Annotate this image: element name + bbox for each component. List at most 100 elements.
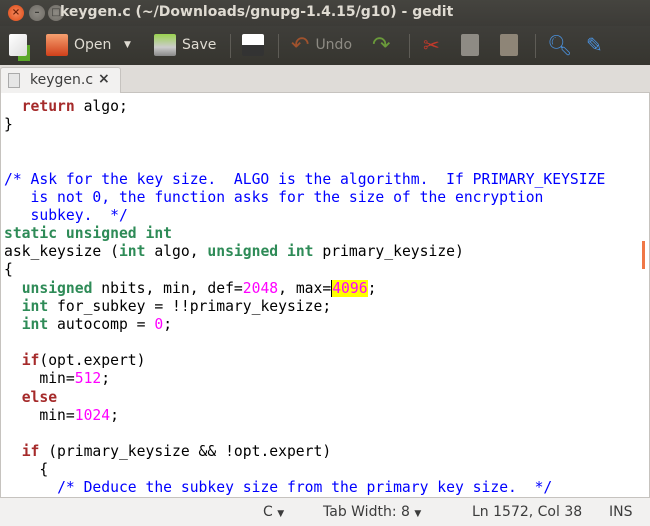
text-file-icon [8,73,20,88]
redo-arrow-icon: ↷ [372,32,391,58]
code-token: unsigned [21,279,93,297]
tab-bar: keygen.c × [0,65,650,94]
code-token: ; [110,406,119,424]
chevron-down-icon: ▼ [414,509,422,519]
code-token: return [21,98,75,115]
code-line: /* Ask for the key size. ALGO is the alg… [4,171,605,189]
code-token: int [21,297,49,315]
code-line: /* Deduce the subkey size from the prima… [4,479,605,497]
code-line: unsigned nbits, min, def=2048, max=4096; [4,279,605,298]
open-button[interactable]: Open [46,31,111,59]
minimize-window-button[interactable]: – [29,5,45,21]
close-tab-icon[interactable]: × [98,71,110,87]
chevron-down-icon: ▼ [277,509,285,519]
new-button[interactable] [9,31,27,59]
code-token: if [21,352,40,370]
language-selector[interactable]: C ▼ [263,504,284,520]
code-line: ask_keysize (int algo, unsigned int prim… [4,243,605,261]
code-line: ​ [4,334,605,352]
cursor-position: Ln 1572, Col 38 [472,504,583,520]
paste-icon [500,34,518,56]
code-line: min=512; [4,370,605,388]
copy-icon [461,34,479,56]
printer-icon [242,34,264,56]
code-token: 512 [74,370,102,388]
code-line: static unsigned int [4,225,605,243]
close-window-button[interactable]: × [8,5,24,21]
code-line: ​ [4,425,605,443]
code-line: min=1024; [4,407,605,425]
code-token: /* Deduce the subkey size from the prima… [57,479,553,497]
code-line: return algo; [4,98,605,116]
code-token: for_subkey = !!primary_keysize; [48,297,332,315]
tab-keygen-c[interactable]: keygen.c × [0,67,121,94]
redo-button[interactable]: ↷ [372,31,390,59]
separator [230,34,231,58]
replace-button[interactable]: ✎ [586,31,603,59]
code-token: /* Ask for the key size. ALGO is the alg… [4,170,606,188]
code-line: if (primary_keysize && !opt.expert) [4,443,605,461]
separator [278,34,279,58]
code-line: subkey. */ [4,207,605,225]
code-token: else [21,388,58,406]
code-token: min= [4,370,75,388]
code-token: nbits, min, def= [92,279,243,297]
tab-width-selector[interactable]: Tab Width: 8 ▼ [323,504,421,520]
code-line: { [4,261,605,279]
cut-button[interactable]: ✂ [423,31,440,59]
code-token: is not 0, the function asks for the size… [4,188,544,206]
code-token: (primary_keysize && !opt.expert) [39,442,332,460]
scrollbar-indicator[interactable] [642,241,645,269]
open-label: Open [74,37,112,53]
new-document-icon [9,34,27,56]
title-bar: × – □ keygen.c (~/Downloads/gnupg-1.4.15… [0,0,650,26]
code-line: if(opt.expert) [4,352,605,370]
undo-arrow-icon: ↶ [291,32,310,58]
code-token: } [4,116,13,134]
language-label: C [263,504,273,520]
copy-button[interactable] [461,31,479,59]
window-title: keygen.c (~/Downloads/gnupg-1.4.15/g10) … [60,4,454,20]
undo-label: Undo [315,37,353,53]
find-button[interactable]: 🔍︎ [547,31,572,59]
code-token: algo; [74,98,128,115]
code-line: } [4,116,605,134]
code-token: ask_keysize ( [4,243,119,261]
print-button[interactable] [242,31,264,59]
tab-label: keygen.c [30,72,94,88]
paste-button[interactable] [500,31,518,59]
code-token: ; [163,315,173,333]
save-button[interactable]: Save [154,31,216,59]
code-line: { [4,461,605,479]
folder-open-icon [46,34,68,56]
code-token: if [21,442,40,460]
separator [535,34,536,58]
code-token: min= [4,406,75,424]
text-editor[interactable]: return algo;}​​/* Ask for the key size. … [0,93,650,497]
find-replace-icon: ✎ [586,33,603,57]
code-token: 2048 [242,279,279,297]
code-token: (opt.expert) [39,352,146,370]
code-token: static unsigned int [4,225,173,243]
code-token: { [4,461,49,479]
code-view[interactable]: return algo;}​​/* Ask for the key size. … [4,98,605,497]
open-dropdown[interactable]: ▼ [124,31,131,59]
scissors-icon: ✂ [423,33,440,57]
code-token: int [118,243,146,261]
code-token: , max= [278,279,332,297]
code-line: ​ [4,134,605,152]
code-token: subkey. */ [4,206,128,224]
code-token: autocomp = [48,315,155,333]
code-line: is not 0, the function asks for the size… [4,189,605,207]
code-line: int autocomp = 0; [4,316,605,334]
tab-width-label: Tab Width: 8 [323,504,410,520]
undo-button[interactable]: ↶ Undo [291,31,352,59]
